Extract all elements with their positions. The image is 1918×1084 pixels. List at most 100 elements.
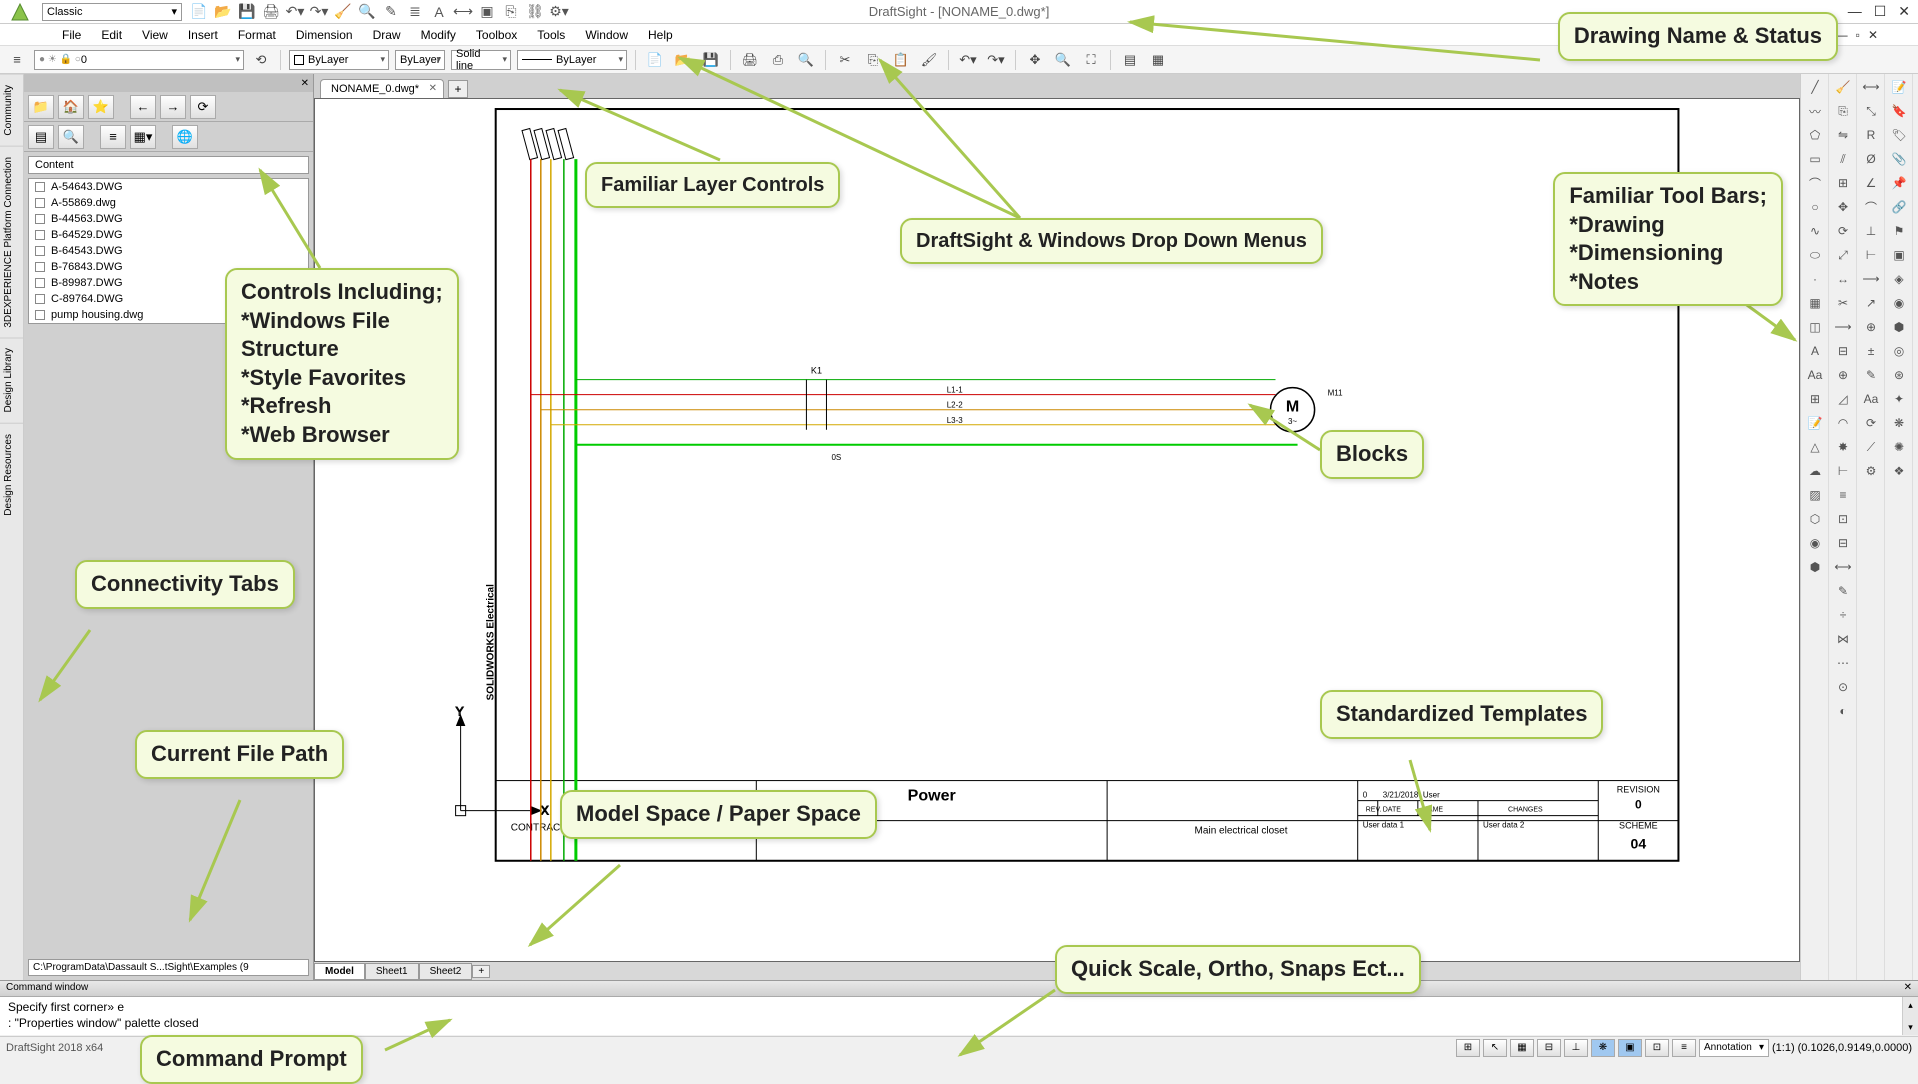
home-button[interactable]: 🏠 [58, 95, 84, 119]
xref-icon[interactable]: ⎘ [502, 3, 520, 21]
more2-icon[interactable]: ⊙ [1831, 676, 1855, 698]
sb-scale-dropdown[interactable]: Annotation▾ [1699, 1039, 1769, 1057]
menu-toolbox[interactable]: Toolbox [466, 26, 527, 44]
linestyle-dropdown[interactable]: Solid line [451, 50, 511, 70]
polyline-icon[interactable]: 〰 [1803, 100, 1827, 122]
redo-button[interactable]: ↷▾ [985, 49, 1007, 71]
note3-icon[interactable]: 🏷 [1887, 124, 1911, 146]
dim-angle-icon[interactable]: ∠ [1859, 172, 1883, 194]
sb-polar-button[interactable]: ❋ [1591, 1039, 1615, 1057]
divide-icon[interactable]: ÷ [1831, 604, 1855, 626]
view-grid-button[interactable]: ▦▾ [130, 125, 156, 149]
forward-button[interactable]: → [160, 95, 186, 119]
dim-center-icon[interactable]: ⊕ [1859, 316, 1883, 338]
layer-dropdown[interactable]: ● ☀ 🔒 ○ 0 [34, 50, 244, 70]
table-icon[interactable]: ⊞ [1803, 388, 1827, 410]
close-tab-icon[interactable]: ✕ [429, 83, 437, 94]
sb-esnap-button[interactable]: ▣ [1618, 1039, 1642, 1057]
view-list-button[interactable]: ≡ [100, 125, 126, 149]
dim-edit-icon[interactable]: ✎ [1859, 364, 1883, 386]
list-item[interactable]: B-64543.DWG [29, 243, 308, 259]
dim-leader-icon[interactable]: ↗ [1859, 292, 1883, 314]
sb-etrack-button[interactable]: ⊡ [1645, 1039, 1669, 1057]
cmd-close-icon[interactable]: ✕ [1904, 982, 1912, 995]
help-icon[interactable]: ⛓ [526, 3, 544, 21]
copy-icon[interactable]: ⎘ [1831, 100, 1855, 122]
vtab-library[interactable]: Design Library [0, 337, 23, 422]
add-sheet-button[interactable]: + [472, 965, 490, 978]
edit-icon[interactable]: ✎ [1831, 580, 1855, 602]
favorites-button[interactable]: ⭐ [88, 95, 114, 119]
list-item[interactable]: A-55869.dwg [29, 195, 308, 211]
web-button[interactable]: 🌐 [172, 125, 198, 149]
sb-lwt-button[interactable]: ≡ [1672, 1039, 1696, 1057]
sb-ortho-button[interactable]: ⊥ [1564, 1039, 1588, 1057]
zoom-extents-button[interactable]: ⛶ [1080, 49, 1102, 71]
sb-grid-button[interactable]: ⊟ [1537, 1039, 1561, 1057]
sheet-tab-2[interactable]: Sheet2 [419, 963, 473, 980]
move-icon[interactable]: ✥ [1831, 196, 1855, 218]
line-icon[interactable]: ╱ [1803, 76, 1827, 98]
sheet-tab-model[interactable]: Model [314, 963, 365, 980]
list-item[interactable]: B-44563.DWG [29, 211, 308, 227]
note14-icon[interactable]: ✦ [1887, 388, 1911, 410]
workspace-dropdown[interactable]: Classic▾ [42, 3, 182, 21]
list-item[interactable]: B-64529.DWG [29, 227, 308, 243]
dim-aligned-icon[interactable]: ⤡ [1859, 100, 1883, 122]
layer-previous-button[interactable]: ⟲ [250, 49, 272, 71]
preview-icon[interactable]: 🔍 [358, 3, 376, 21]
offset-icon[interactable]: ⫽ [1831, 148, 1855, 170]
save-button[interactable]: 💾 [700, 49, 722, 71]
open-button[interactable]: 📂 [672, 49, 694, 71]
undo-icon[interactable]: ↶▾ [286, 3, 304, 21]
dim-diameter-icon[interactable]: Ø [1859, 148, 1883, 170]
note11-icon[interactable]: ⬢ [1887, 316, 1911, 338]
menu-insert[interactable]: Insert [178, 26, 228, 44]
sb-btn-2[interactable]: ↖ [1483, 1039, 1507, 1057]
group-icon[interactable]: ⊡ [1831, 508, 1855, 530]
rotate-icon[interactable]: ⟳ [1831, 220, 1855, 242]
menu-draw[interactable]: Draw [363, 26, 411, 44]
vtab-community[interactable]: Community [0, 74, 23, 146]
hatch-icon[interactable]: ▦ [1803, 292, 1827, 314]
lineweight-dropdown[interactable]: ByLayer [517, 50, 627, 70]
layers-icon[interactable]: ≣ [406, 3, 424, 21]
erase-icon[interactable]: 🧹 [334, 3, 352, 21]
list-item[interactable]: A-54643.DWG [29, 179, 308, 195]
trim-icon[interactable]: ✂ [1831, 292, 1855, 314]
menu-format[interactable]: Format [228, 26, 286, 44]
new-icon[interactable]: 📄 [190, 3, 208, 21]
match-button[interactable]: 🖌 [918, 49, 940, 71]
circle-icon[interactable]: ○ [1803, 196, 1827, 218]
color-dropdown[interactable]: ByLayer [289, 50, 389, 70]
menu-view[interactable]: View [132, 26, 178, 44]
menu-modify[interactable]: Modify [411, 26, 466, 44]
dim-override-icon[interactable]: ⚙ [1859, 460, 1883, 482]
donut-icon[interactable]: ◉ [1803, 532, 1827, 554]
revision-icon[interactable]: △ [1803, 436, 1827, 458]
add-file-tab-button[interactable]: + [448, 80, 468, 98]
rectangle-icon[interactable]: ▭ [1803, 148, 1827, 170]
dim-baseline-icon[interactable]: ⊢ [1859, 244, 1883, 266]
polygon-icon[interactable]: ⬠ [1803, 124, 1827, 146]
note-icon[interactable]: 📝 [1803, 412, 1827, 434]
properties-icon[interactable]: ✎ [382, 3, 400, 21]
pan-button[interactable]: ✥ [1024, 49, 1046, 71]
dim-continue-icon[interactable]: ⟶ [1859, 268, 1883, 290]
menu-help[interactable]: Help [638, 26, 683, 44]
dim-tol-icon[interactable]: ± [1859, 340, 1883, 362]
order-icon[interactable]: ≡ [1831, 484, 1855, 506]
tree-button[interactable]: ▤ [28, 125, 54, 149]
menu-file[interactable]: File [52, 26, 91, 44]
plot-button[interactable]: ⎙ [767, 49, 789, 71]
panel-close-icon[interactable]: ✕ [301, 78, 309, 89]
vtab-3dx[interactable]: 3DEXPERIENCE Platform Connection [0, 146, 23, 338]
file-tab[interactable]: NONAME_0.dwg* ✕ [320, 79, 444, 98]
note9-icon[interactable]: ◈ [1887, 268, 1911, 290]
mask-icon[interactable]: ▨ [1803, 484, 1827, 506]
layer-manager-button[interactable]: ≡ [6, 49, 28, 71]
join-icon[interactable]: ⊕ [1831, 364, 1855, 386]
dim-update-icon[interactable]: ⟳ [1859, 412, 1883, 434]
dim-icon[interactable]: ⟷ [454, 3, 472, 21]
open-icon[interactable]: 📂 [214, 3, 232, 21]
